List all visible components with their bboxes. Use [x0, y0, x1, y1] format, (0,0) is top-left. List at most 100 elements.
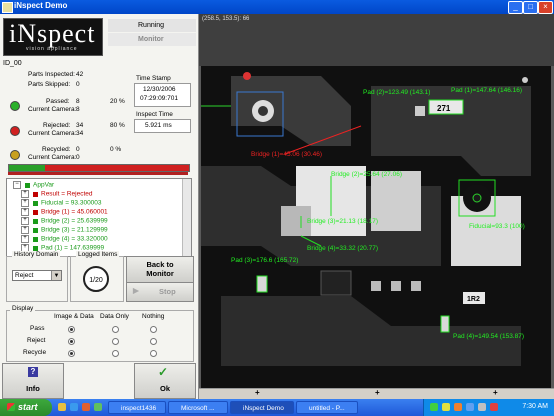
- zoom-out-icon[interactable]: +: [493, 388, 498, 397]
- maximize-button[interactable]: □: [523, 1, 538, 14]
- expand-icon[interactable]: +: [21, 226, 29, 234]
- tree-item-label: Fiducial = 93.300003: [41, 199, 102, 207]
- logo-text: iNspect: [9, 19, 96, 48]
- radio-reject-nothing[interactable]: [150, 338, 157, 345]
- display-col-image-data: Image & Data: [54, 313, 94, 320]
- tray-icon[interactable]: [466, 403, 474, 411]
- radio-recycle-image-data[interactable]: [68, 350, 75, 357]
- time-stamp-box: 12/30/2006 07:29:09:701: [134, 83, 191, 107]
- display-row-pass: Pass: [30, 325, 45, 332]
- zoom-reset-icon[interactable]: +: [375, 388, 380, 397]
- history-domain-select[interactable]: Reject ▼: [12, 270, 62, 281]
- app-icon: [2, 2, 13, 13]
- expand-icon[interactable]: +: [21, 208, 29, 216]
- radio-pass-nothing[interactable]: [150, 326, 157, 333]
- recycled-percent: 0 %: [110, 146, 122, 153]
- current-camera-label: Current Camera:: [28, 154, 77, 161]
- progress-divider: [8, 172, 188, 175]
- minimize-button[interactable]: _: [508, 1, 523, 14]
- ok-button[interactable]: ✓ Ok: [134, 363, 196, 399]
- tree-item[interactable]: + Bridge (4) = 33.320000: [21, 235, 108, 243]
- tray-icon[interactable]: [454, 403, 462, 411]
- quicklaunch-icon[interactable]: [58, 403, 66, 411]
- node-icon: [33, 236, 38, 242]
- tray-icon[interactable]: [430, 403, 438, 411]
- running-status: Running: [108, 19, 196, 32]
- expand-icon[interactable]: +: [21, 190, 29, 198]
- tree-item-label: Bridge (4) = 33.320000: [41, 235, 108, 243]
- back-to-monitor-button[interactable]: Back to Monitor: [126, 256, 194, 283]
- expand-icon[interactable]: +: [21, 235, 29, 243]
- radio-pass-image-data[interactable]: [68, 326, 75, 333]
- tree-item-label: AppVar: [33, 181, 55, 189]
- info-button[interactable]: ? Info: [2, 363, 64, 399]
- radio-reject-image-data[interactable]: [68, 338, 75, 345]
- tray-icon[interactable]: [478, 403, 486, 411]
- tree-item[interactable]: − AppVar: [13, 181, 54, 189]
- annotation-bridge-1: Bridge (1)=45.06 (30.46): [251, 151, 322, 158]
- radio-reject-data-only[interactable]: [112, 338, 119, 345]
- pcb-image: Pad (1)=147.64 (146.16) Pad (2)=123.49 (…: [201, 66, 551, 388]
- recycled-value: 0: [76, 146, 80, 153]
- tree-item[interactable]: + Bridge (3) = 21.129999: [21, 226, 108, 234]
- expand-icon[interactable]: −: [13, 181, 21, 189]
- window-title: iNspect Demo: [14, 1, 68, 10]
- tree-item[interactable]: + Bridge (1) = 45.060001: [21, 208, 108, 216]
- results-tree[interactable]: − AppVar + Result = Rejected + Fiducial = 93.…: [6, 178, 192, 257]
- tree-item[interactable]: + Bridge (2) = 25.639999: [21, 217, 108, 225]
- node-icon: [33, 245, 38, 251]
- recycle-lamp-icon: [10, 150, 20, 160]
- expand-icon[interactable]: +: [21, 217, 29, 225]
- logo: iNspect vision appliance: [3, 18, 103, 56]
- annotation-bridge-2: Bridge (2)=25.64 (27.06): [331, 171, 402, 178]
- windows-logo-icon: [7, 403, 15, 411]
- clock: 7:30 AM: [522, 403, 548, 410]
- taskbar-item-active[interactable]: iNspect Demo: [230, 401, 294, 414]
- tray-icon[interactable]: [442, 403, 450, 411]
- radio-pass-data-only[interactable]: [112, 326, 119, 333]
- logged-items-label: Logged Items: [76, 251, 120, 258]
- quicklaunch-icon[interactable]: [70, 403, 78, 411]
- time-stamp-date: 12/30/2006: [143, 86, 176, 93]
- logged-items-counter[interactable]: 1/20: [83, 266, 109, 292]
- chevron-down-icon: ▼: [51, 271, 61, 280]
- node-icon: [25, 182, 30, 188]
- current-camera-label: Current Camera:: [28, 130, 77, 137]
- reject-lamp-icon: [10, 126, 20, 136]
- taskbar-item[interactable]: inspect1436: [108, 401, 166, 414]
- current-camera-passed: 8: [76, 106, 80, 113]
- expand-icon[interactable]: +: [21, 199, 29, 207]
- zoom-in-icon[interactable]: +: [255, 388, 260, 397]
- monitor-button[interactable]: Monitor: [108, 33, 196, 46]
- annotation-pad-3: Pad (3)=176.6 (165.72): [231, 257, 298, 264]
- node-icon: [33, 191, 38, 197]
- close-button[interactable]: ×: [538, 1, 553, 14]
- taskbar-item[interactable]: untitled - P...: [296, 401, 358, 414]
- radio-recycle-nothing[interactable]: [150, 350, 157, 357]
- node-icon: [33, 209, 38, 215]
- start-button[interactable]: start: [0, 399, 52, 416]
- inspection-image[interactable]: Pad (1)=147.64 (146.16) Pad (2)=123.49 (…: [201, 66, 551, 388]
- job-id: ID_00: [3, 60, 22, 67]
- quicklaunch-icon[interactable]: [94, 403, 102, 411]
- back-to-monitor-label: Back to Monitor: [146, 260, 174, 278]
- component-label-1r2: 1R2: [467, 296, 480, 303]
- component-label-271: 271: [437, 104, 451, 113]
- node-icon: [33, 218, 38, 224]
- tree-item[interactable]: + Result = Rejected: [21, 190, 93, 198]
- radio-recycle-data-only[interactable]: [112, 350, 119, 357]
- annotation-bridge-4: Bridge (4)=33.32 (20.77): [307, 245, 378, 252]
- annotation-fiducial: Fiducial=93.3 (100): [469, 223, 525, 230]
- taskbar-item[interactable]: Microsoft ...: [168, 401, 228, 414]
- play-icon: ▶: [133, 286, 139, 295]
- tree-item[interactable]: + Fiducial = 93.300003: [21, 199, 102, 207]
- left-panel: iNspect vision appliance Running Monitor…: [0, 14, 199, 399]
- image-pane: (258.5, 153.5): 66 Pad (1)=147.64 (146.1…: [199, 14, 554, 400]
- node-icon: [33, 227, 38, 233]
- time-stamp-time: 07:29:09:701: [140, 95, 178, 102]
- inspect-time-label: Inspect Time: [136, 111, 173, 118]
- quicklaunch-icon[interactable]: [82, 403, 90, 411]
- stop-button[interactable]: ▶ Stop: [126, 282, 194, 302]
- tree-scrollbar[interactable]: [182, 179, 191, 256]
- tray-icon[interactable]: [490, 403, 498, 411]
